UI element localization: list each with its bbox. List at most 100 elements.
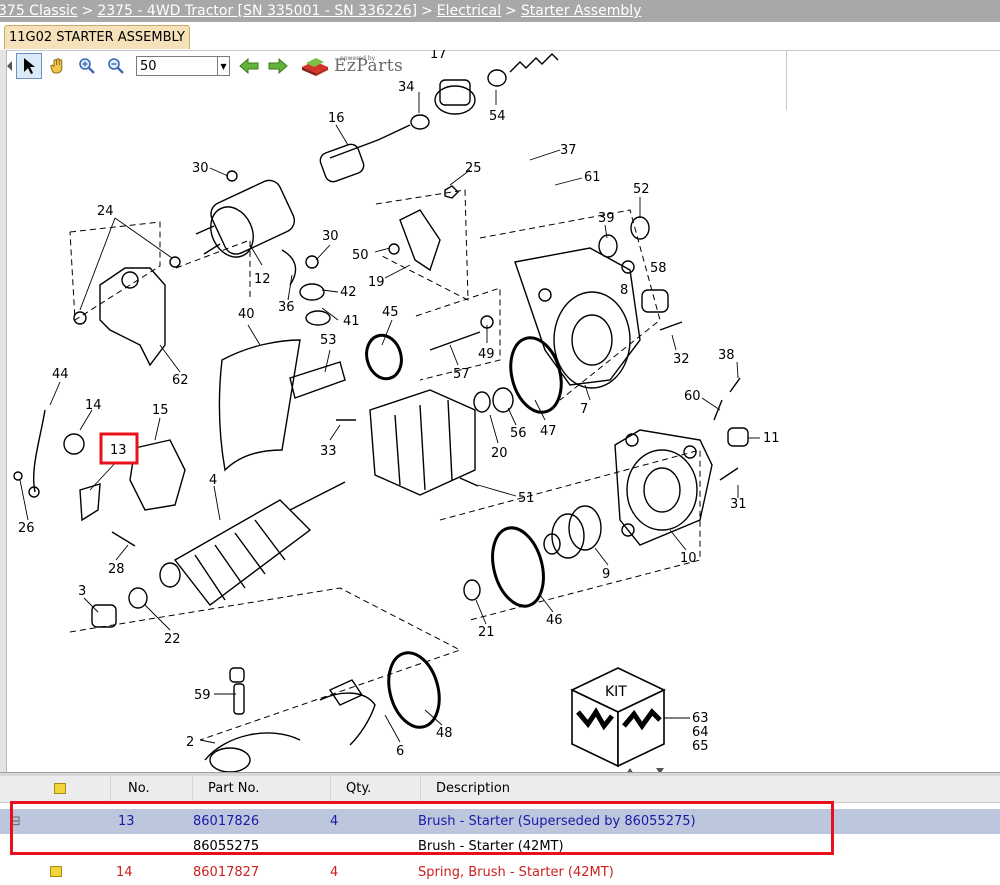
- previous-button[interactable]: [236, 53, 262, 79]
- tab-bar: 11G02 STARTER ASSEMBLY: [0, 22, 1000, 51]
- svg-text:48: 48: [436, 726, 453, 741]
- svg-text:39: 39: [598, 211, 615, 226]
- svg-text:2: 2: [186, 735, 194, 750]
- svg-text:61: 61: [584, 170, 601, 185]
- svg-text:40: 40: [238, 307, 255, 322]
- svg-text:15: 15: [152, 403, 169, 418]
- svg-text:38: 38: [718, 348, 735, 363]
- viewer-divider: [786, 50, 787, 110]
- svg-text:KIT: KIT: [605, 684, 627, 700]
- row-no: 14: [116, 865, 133, 880]
- selection-highlight-box: [10, 801, 834, 855]
- svg-text:59: 59: [194, 688, 211, 703]
- tab-starter-assembly[interactable]: 11G02 STARTER ASSEMBLY: [4, 25, 190, 49]
- svg-text:20: 20: [491, 446, 508, 461]
- svg-text:45: 45: [382, 305, 399, 320]
- parts-table: No. Part No. Qty. Description ⊟ 13 86017…: [0, 776, 1000, 885]
- viewer-toolbar: 50 ▼ powered by EzParts: [6, 52, 403, 80]
- column-header-description[interactable]: Description: [420, 776, 1000, 802]
- arrow-left-icon: [239, 58, 259, 74]
- breadcrumb-separator: >: [505, 3, 517, 19]
- zoom-in-button[interactable]: [74, 53, 100, 79]
- svg-text:12: 12: [254, 272, 271, 287]
- table-header: No. Part No. Qty. Description: [0, 776, 1000, 803]
- svg-text:62: 62: [172, 373, 189, 388]
- row-part-no: 86017827: [193, 865, 260, 880]
- svg-text:56: 56: [510, 426, 527, 441]
- svg-text:63: 63: [692, 711, 709, 726]
- zoom-out-button[interactable]: [103, 53, 129, 79]
- svg-text:41: 41: [343, 314, 360, 329]
- svg-text:60: 60: [684, 389, 701, 404]
- svg-text:17: 17: [430, 50, 447, 62]
- svg-text:13: 13: [110, 443, 127, 458]
- note-icon[interactable]: [50, 866, 62, 877]
- svg-text:16: 16: [328, 111, 345, 126]
- svg-text:53: 53: [320, 333, 337, 348]
- breadcrumb-separator: >: [421, 3, 433, 19]
- svg-text:47: 47: [540, 424, 557, 439]
- column-header-icon[interactable]: [0, 776, 111, 802]
- breadcrumb-item-model[interactable]: 375 Classic: [0, 3, 78, 19]
- breadcrumb-item-starter-assembly[interactable]: Starter Assembly: [521, 3, 642, 19]
- table-row[interactable]: 14 86017827 4 Spring, Brush - Starter (4…: [0, 860, 1000, 885]
- svg-text:28: 28: [108, 562, 125, 577]
- breadcrumb-item-electrical[interactable]: Electrical: [437, 3, 501, 19]
- diagram-viewer[interactable]: 17 34 54 16 37 30 25 61 52 24 39 12 30 50 58 19 36 4…: [0, 50, 1000, 772]
- pointer-icon: [24, 58, 35, 74]
- zoom-level-input[interactable]: 50: [136, 56, 218, 76]
- svg-text:51: 51: [518, 491, 535, 506]
- viewer-left-scrollbar[interactable]: [0, 50, 7, 772]
- svg-text:42: 42: [340, 285, 357, 300]
- svg-text:22: 22: [164, 632, 181, 647]
- svg-text:36: 36: [278, 300, 295, 315]
- scroll-left-icon[interactable]: [6, 53, 14, 79]
- svg-text:54: 54: [489, 109, 506, 124]
- breadcrumb-item-tractor[interactable]: 2375 - 4WD Tractor [SN 335001 - SN 33622…: [97, 3, 417, 19]
- svg-text:30: 30: [322, 229, 339, 244]
- svg-text:30: 30: [192, 161, 209, 176]
- svg-text:9: 9: [602, 567, 610, 582]
- row-description: Spring, Brush - Starter (42MT): [418, 865, 614, 880]
- svg-text:52: 52: [633, 182, 650, 197]
- column-header-part-no[interactable]: Part No.: [192, 776, 331, 802]
- svg-text:44: 44: [52, 367, 69, 382]
- svg-text:31: 31: [730, 497, 747, 512]
- next-button[interactable]: [265, 53, 291, 79]
- svg-text:33: 33: [320, 444, 337, 459]
- powered-by-label: powered by: [340, 55, 376, 62]
- pan-hand-button[interactable]: [45, 53, 71, 79]
- zoom-dropdown-button[interactable]: ▼: [218, 56, 230, 76]
- svg-text:3: 3: [78, 584, 86, 599]
- svg-text:21: 21: [478, 625, 495, 640]
- chevron-down-icon: ▼: [220, 61, 227, 71]
- svg-text:4: 4: [209, 473, 217, 488]
- svg-text:32: 32: [673, 352, 690, 367]
- svg-text:24: 24: [97, 204, 114, 219]
- column-header-qty[interactable]: Qty.: [330, 776, 421, 802]
- svg-text:25: 25: [465, 161, 482, 176]
- arrow-right-icon: [268, 58, 288, 74]
- svg-text:64: 64: [692, 725, 709, 740]
- hand-icon: [50, 58, 63, 74]
- ezparts-logo: powered by EzParts: [300, 53, 403, 79]
- zoom-out-icon: [108, 58, 124, 74]
- zoom-in-icon: [79, 58, 95, 74]
- breadcrumb: 375 Classic >2375 - 4WD Tractor [SN 33500…: [0, 0, 1000, 22]
- svg-text:34: 34: [398, 80, 415, 95]
- svg-text:14: 14: [85, 398, 102, 413]
- svg-text:19: 19: [368, 275, 385, 290]
- svg-text:26: 26: [18, 521, 35, 536]
- ezparts-logo-icon: [302, 58, 328, 76]
- svg-text:7: 7: [580, 402, 588, 417]
- svg-text:8: 8: [620, 283, 628, 298]
- row-qty: 4: [330, 865, 339, 880]
- svg-text:50: 50: [352, 248, 369, 263]
- note-icon: [54, 783, 66, 794]
- svg-text:10: 10: [680, 551, 697, 566]
- starter-assembly-diagram: 173454 163730 256152 24 3912 305058 19364…: [13, 50, 780, 772]
- column-header-no[interactable]: No.: [110, 776, 193, 802]
- svg-text:65: 65: [692, 739, 709, 754]
- select-pointer-button[interactable]: [16, 53, 42, 79]
- svg-text:11: 11: [763, 431, 780, 446]
